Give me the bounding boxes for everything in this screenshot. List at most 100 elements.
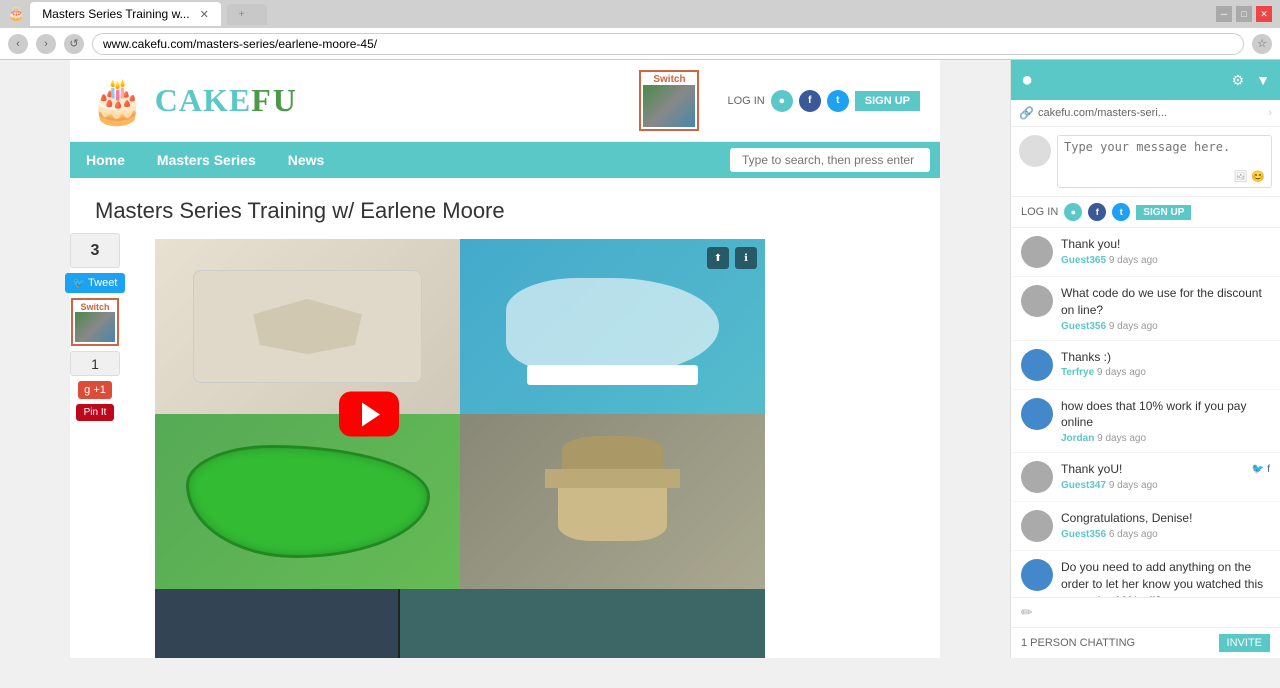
play-button-overlay[interactable]: [339, 392, 399, 437]
nav-home[interactable]: Home: [70, 142, 141, 178]
msg-icons-5: 🐦 f: [1252, 463, 1270, 477]
msg-text-4: how does that 10% work if you pay online: [1061, 398, 1270, 432]
chat-signup-button[interactable]: SIGN UP: [1136, 205, 1191, 220]
tweet-button[interactable]: 🐦 Tweet: [65, 273, 126, 293]
chat-url-bar: 🔗 cakefu.com/masters-seri... ›: [1011, 100, 1280, 127]
video-container[interactable]: ⬆ ℹ: [155, 239, 765, 589]
site-nav: Home Masters Series News: [70, 142, 940, 178]
login-facebook-icon[interactable]: f: [799, 90, 821, 112]
chat-login-twitter[interactable]: t: [1112, 203, 1130, 221]
chat-emoji-icon[interactable]: 😊: [1251, 170, 1265, 183]
login-teal-icon[interactable]: ●: [771, 90, 793, 112]
main-layout: 🎂 CAKEFU Switch LOG IN ● f t: [0, 60, 1280, 658]
chat-login-fb[interactable]: f: [1088, 203, 1106, 221]
tab-title: Masters Series Training w...: [42, 7, 189, 21]
page-content: 🎂 CAKEFU Switch LOG IN ● f t: [0, 60, 1010, 658]
msg-text-5: Thank yoU! 🐦 f: [1061, 461, 1270, 478]
logo-fu: FU: [251, 82, 298, 118]
chat-message-input[interactable]: [1064, 140, 1265, 170]
search-input[interactable]: [730, 148, 930, 172]
play-button[interactable]: [339, 392, 399, 437]
switch-box[interactable]: Switch: [639, 70, 699, 131]
msg-content-6: Congratulations, Denise! Guest356 6 days…: [1061, 510, 1270, 542]
video-cell-3: [155, 414, 460, 589]
msg-time-6: 6 days ago: [1109, 529, 1158, 540]
signup-button[interactable]: SIGN UP: [855, 91, 920, 111]
video-area: ⬆ ℹ: [155, 239, 915, 658]
msg-content-1: Thank you! Guest365 9 days ago: [1061, 236, 1270, 268]
video-bottom-strip: [155, 589, 765, 658]
msg-sender-5: Guest347: [1061, 480, 1106, 491]
nav-masters-series[interactable]: Masters Series: [141, 142, 272, 178]
auth-icons-row: LOG IN ● f t SIGN UP: [1011, 197, 1280, 228]
info-icon[interactable]: ℹ: [735, 247, 757, 269]
msg-meta-2: Guest356 9 days ago: [1061, 321, 1270, 332]
facebook-share-icon: f: [1267, 463, 1270, 477]
chat-settings-icon[interactable]: ⚙: [1232, 72, 1245, 89]
msg-avatar-7: [1021, 559, 1053, 591]
minimize-button[interactable]: ─: [1216, 6, 1232, 22]
close-button[interactable]: ✕: [1256, 6, 1272, 22]
logo-cake: CAKE: [155, 82, 251, 118]
active-tab[interactable]: Masters Series Training w... ✕: [30, 2, 221, 26]
video-grid: [155, 239, 765, 589]
switch-label: Switch: [653, 74, 685, 85]
inactive-tab[interactable]: +: [227, 4, 267, 25]
chat-footer-input[interactable]: [1039, 607, 1270, 619]
chat-user-avatar: [1019, 135, 1051, 167]
chat-message-3: Thanks :) Terfrye 9 days ago: [1011, 341, 1280, 390]
bookmark-button[interactable]: ☆: [1252, 34, 1272, 54]
forward-button[interactable]: ›: [36, 34, 56, 54]
tab-favicon: 🎂: [8, 6, 24, 22]
page-wrapper: 🎂 CAKEFU Switch LOG IN ● f t: [0, 60, 1010, 658]
msg-avatar-4: [1021, 398, 1053, 430]
msg-content-5: Thank yoU! 🐦 f Guest347 9 days ago: [1061, 461, 1270, 493]
chat-messages: Thank you! Guest365 9 days ago What code…: [1011, 228, 1280, 597]
chat-message-7: Do you need to add anything on the order…: [1011, 551, 1280, 597]
chat-message-2: What code do we use for the discount on …: [1011, 277, 1280, 341]
chat-collapse-icon[interactable]: ▼: [1256, 72, 1270, 88]
msg-text-1: Thank you!: [1061, 236, 1270, 253]
refresh-button[interactable]: ↺: [64, 34, 84, 54]
msg-sender-2: Guest356: [1061, 321, 1106, 332]
chat-message-4: how does that 10% work if you pay online…: [1011, 390, 1280, 454]
site-header: 🎂 CAKEFU Switch LOG IN ● f t: [70, 60, 940, 142]
invite-button[interactable]: INVITE: [1219, 634, 1270, 652]
chat-input-icons: 🖼 😊: [1064, 170, 1265, 183]
login-text: LOG IN: [1021, 206, 1058, 218]
chat-input-wrapper: 🖼 😊: [1057, 135, 1272, 188]
back-button[interactable]: ‹: [8, 34, 28, 54]
msg-content-4: how does that 10% work if you pay online…: [1061, 398, 1270, 445]
chat-panel: ● ⚙ ▼ 🔗 cakefu.com/masters-seri... › 🖼 😊…: [1010, 60, 1280, 658]
msg-time-3: 9 days ago: [1097, 367, 1146, 378]
chat-image-icon[interactable]: 🖼: [1233, 170, 1247, 183]
login-label: LOG IN: [727, 95, 764, 107]
chat-url-text: cakefu.com/masters-seri...: [1038, 107, 1264, 119]
tweet-count: 3: [70, 233, 120, 268]
msg-meta-6: Guest356 6 days ago: [1061, 529, 1270, 540]
video-cell-1: [155, 239, 460, 414]
msg-meta-5: Guest347 9 days ago: [1061, 480, 1270, 491]
url-input[interactable]: [92, 33, 1244, 55]
tab-close-icon[interactable]: ✕: [200, 8, 209, 21]
switch-image: [643, 85, 695, 127]
page-inner: Masters Series Training w/ Earlene Moore…: [70, 178, 940, 658]
gplus-button[interactable]: g +1: [78, 381, 112, 399]
nav-links: Home Masters Series News: [70, 142, 340, 178]
msg-meta-1: Guest365 9 days ago: [1061, 255, 1270, 266]
msg-content-2: What code do we use for the discount on …: [1061, 285, 1270, 332]
switch-social-box[interactable]: Switch: [71, 298, 119, 346]
chat-url-icon: 🔗: [1019, 106, 1034, 120]
msg-avatar-2: [1021, 285, 1053, 317]
nav-news[interactable]: News: [272, 142, 341, 178]
maximize-button[interactable]: □: [1236, 6, 1252, 22]
login-twitter-icon[interactable]: t: [827, 90, 849, 112]
pin-button[interactable]: Pin It: [76, 404, 115, 421]
msg-time-4: 9 days ago: [1097, 433, 1146, 444]
chat-status-bar: 1 PERSON CHATTING INVITE: [1011, 627, 1280, 658]
msg-content-7: Do you need to add anything on the order…: [1061, 559, 1270, 597]
chat-login-teal[interactable]: ●: [1064, 203, 1082, 221]
header-right: Switch LOG IN ● f t SIGN UP: [639, 70, 920, 131]
msg-avatar-6: [1021, 510, 1053, 542]
share-icon[interactable]: ⬆: [707, 247, 729, 269]
